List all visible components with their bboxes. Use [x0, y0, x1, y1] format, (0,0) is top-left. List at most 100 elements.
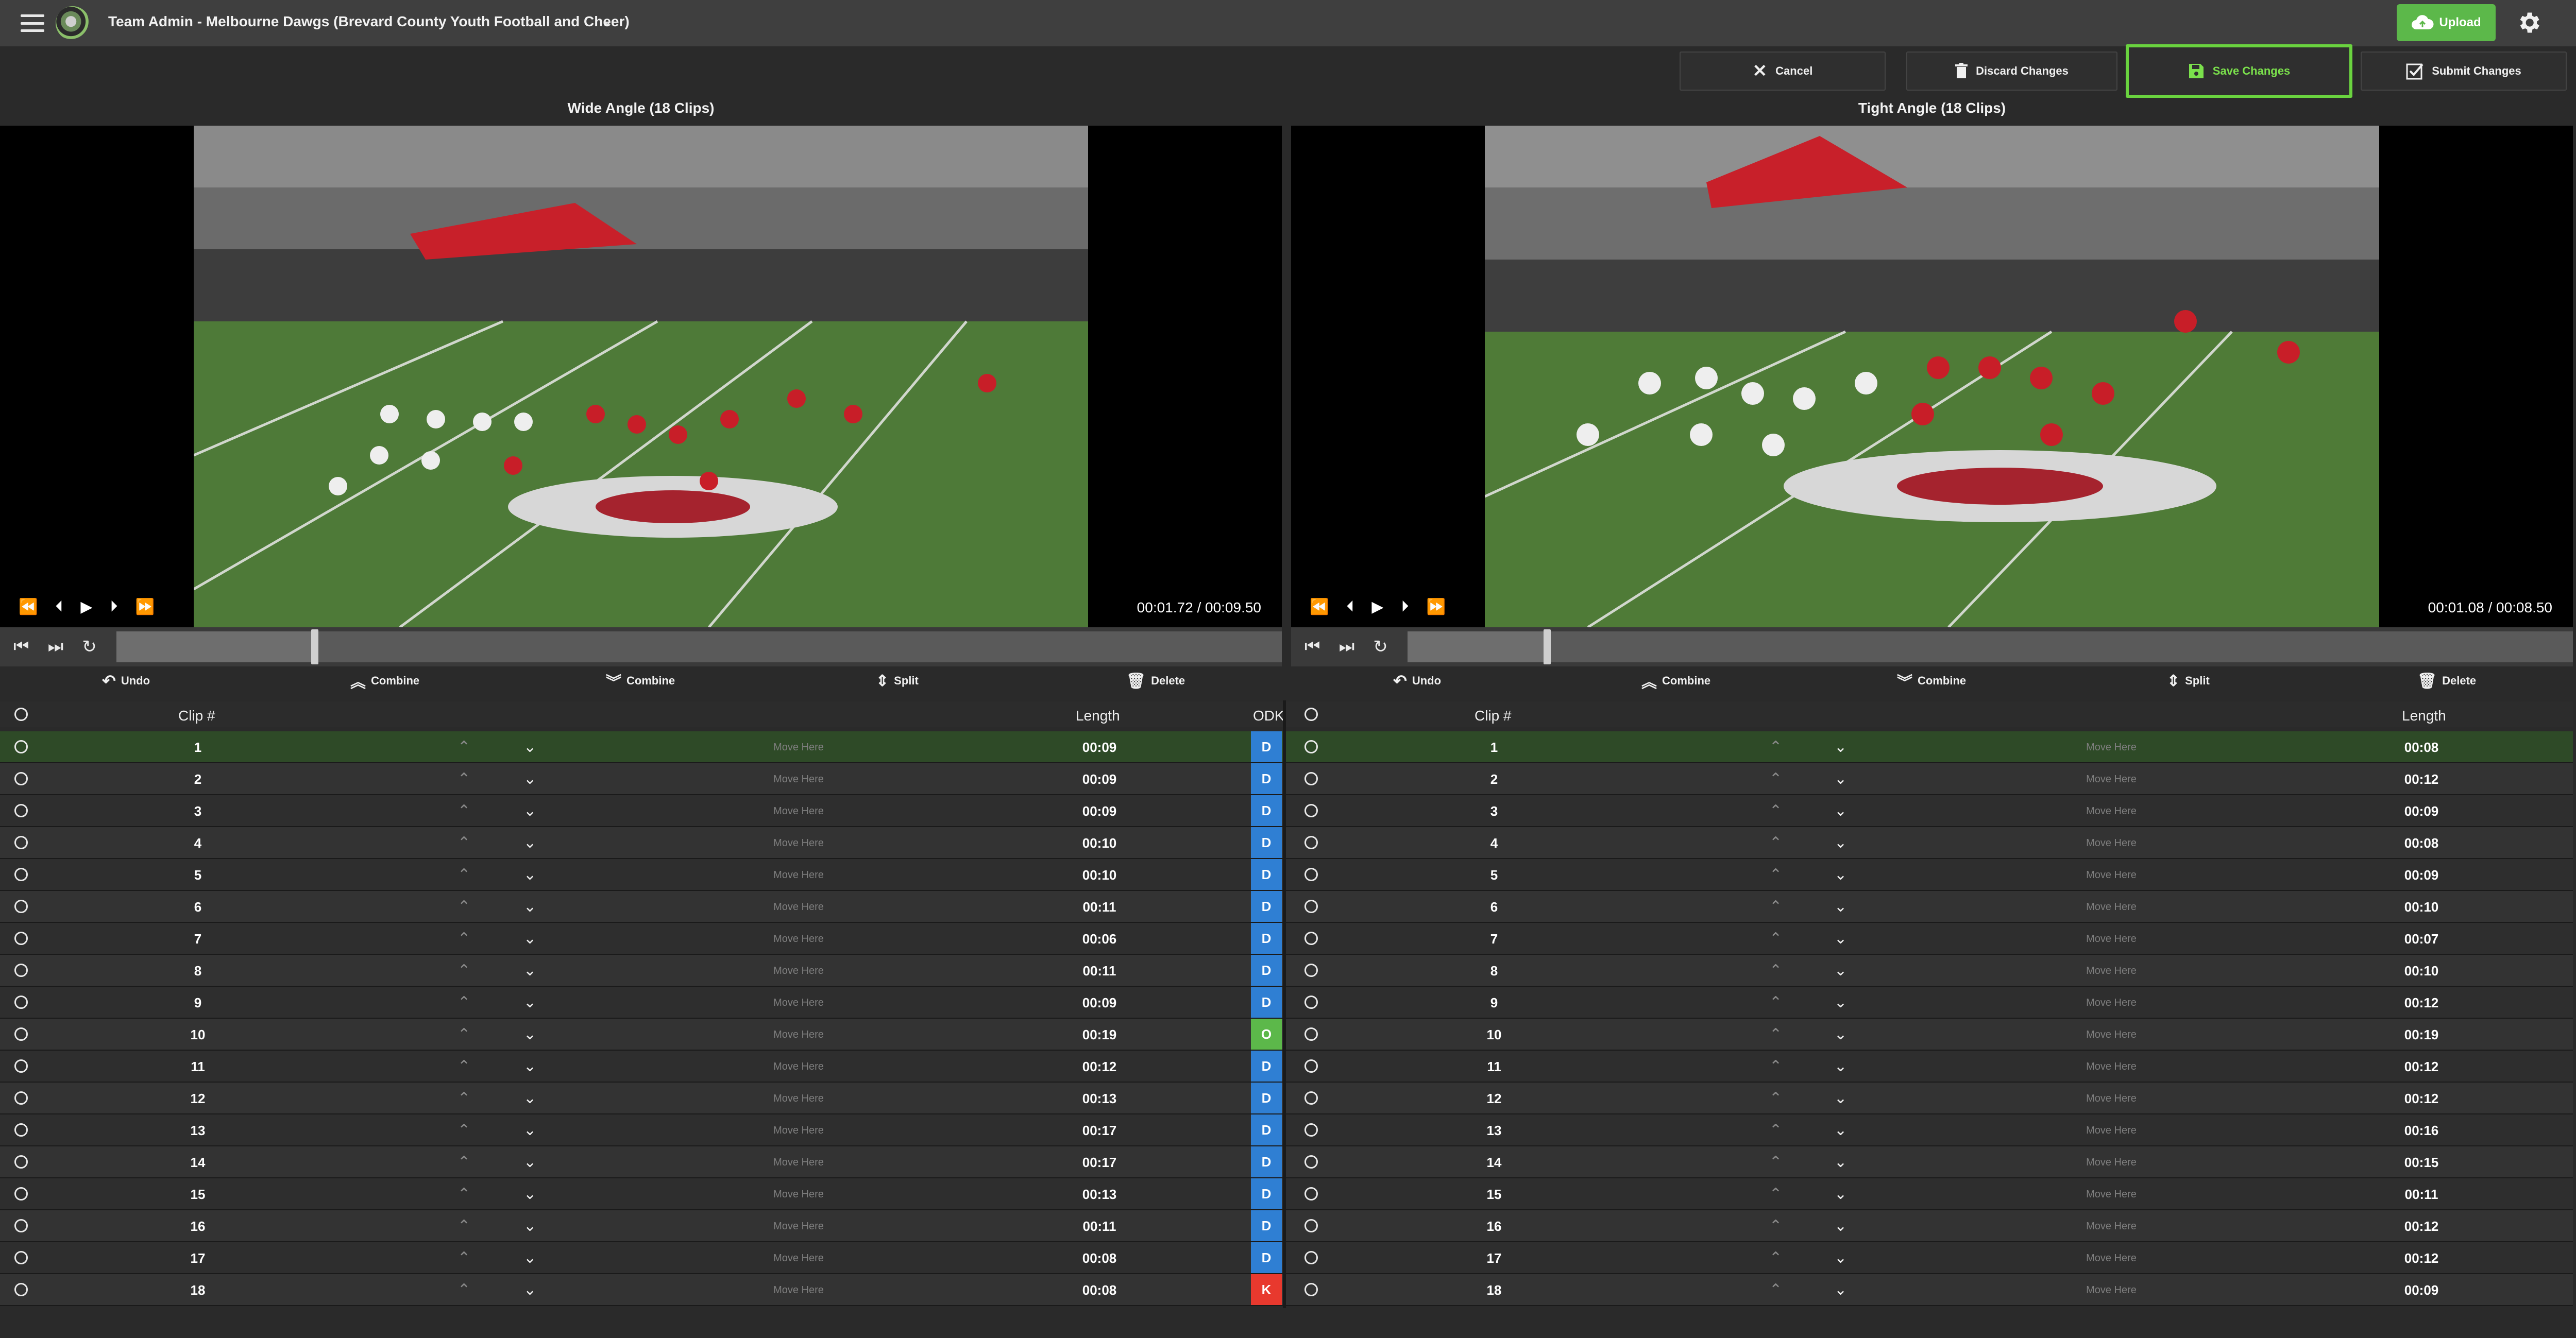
left-delete-button[interactable]: 🗑 Delete	[1126, 670, 1185, 692]
left-undo-button[interactable]: ↶ Undo	[102, 670, 150, 692]
chevron-down-icon[interactable]: ⌄	[523, 1083, 536, 1114]
move-here-link[interactable]: Move Here	[747, 1178, 850, 1210]
row-select-radio[interactable]	[14, 1123, 28, 1137]
chevron-down-icon[interactable]: ⌄	[523, 731, 536, 763]
row-select-radio[interactable]	[14, 964, 28, 977]
odk-badge[interactable]: O	[1251, 1019, 1282, 1050]
table-row[interactable]: 16 ⌃ ⌄ Move Here 00:11 D	[0, 1210, 1283, 1242]
row-select-radio[interactable]	[1304, 1123, 1318, 1137]
right-combine-up-button[interactable]: ︽ Combine	[1641, 670, 1710, 692]
select-all-radio[interactable]	[14, 708, 28, 721]
skip-end-icon[interactable]: ⏭	[48, 637, 64, 657]
team-title[interactable]: Team Admin - Melbourne Dawgs (Brevard Co…	[108, 13, 630, 30]
odk-badge[interactable]: D	[1251, 923, 1282, 954]
table-row[interactable]: 6 ⌃ ⌄ Move Here 00:10	[1286, 891, 2573, 923]
row-select-radio[interactable]	[14, 740, 28, 753]
chevron-up-icon[interactable]: ⌃	[1769, 1178, 1782, 1210]
odk-badge[interactable]: K	[1251, 1274, 1282, 1305]
odk-badge[interactable]: D	[1251, 1178, 1282, 1209]
move-here-link[interactable]: Move Here	[2060, 859, 2163, 891]
odk-badge[interactable]: D	[1251, 987, 1282, 1018]
row-select-radio[interactable]	[1304, 1251, 1318, 1264]
row-select-radio[interactable]	[1304, 836, 1318, 849]
chevron-down-icon[interactable]: ⌄	[523, 1051, 536, 1083]
table-row[interactable]: 1 ⌃ ⌄ Move Here 00:09 D	[0, 731, 1283, 763]
row-select-radio[interactable]	[1304, 772, 1318, 785]
wide-timeline-handle[interactable]	[311, 629, 318, 664]
chevron-up-icon[interactable]: ⌃	[1769, 859, 1782, 891]
row-select-radio[interactable]	[14, 836, 28, 849]
move-here-link[interactable]: Move Here	[747, 1210, 850, 1242]
chevron-up-icon[interactable]: ⌃	[457, 1114, 470, 1146]
odk-badge[interactable]: D	[1251, 1146, 1282, 1177]
chevron-up-icon[interactable]: ⌃	[457, 1051, 470, 1083]
chevron-up-icon[interactable]: ⌃	[1769, 827, 1782, 859]
table-row[interactable]: 11 ⌃ ⌄ Move Here 00:12 D	[0, 1051, 1283, 1083]
discard-changes-button[interactable]: Discard Changes	[1906, 52, 2117, 91]
step-back-icon[interactable]: ⏴	[1346, 598, 1354, 616]
row-select-radio[interactable]	[1304, 1091, 1318, 1105]
tight-timeline-handle[interactable]	[1544, 629, 1551, 664]
chevron-up-icon[interactable]: ⌃	[457, 891, 470, 923]
chevron-up-icon[interactable]: ⌃	[457, 1210, 470, 1242]
left-combine-up-button[interactable]: ︽ Combine	[350, 670, 419, 692]
row-select-radio[interactable]	[14, 1283, 28, 1296]
odk-badge[interactable]: D	[1251, 1114, 1282, 1145]
row-select-radio[interactable]	[14, 1187, 28, 1200]
chevron-down-icon[interactable]: ⌄	[523, 1019, 536, 1051]
chevron-up-icon[interactable]: ⌃	[1769, 1274, 1782, 1306]
table-row[interactable]: 2 ⌃ ⌄ Move Here 00:12	[1286, 763, 2573, 795]
chevron-up-icon[interactable]: ⌃	[1769, 923, 1782, 955]
move-here-link[interactable]: Move Here	[2060, 955, 2163, 987]
table-row[interactable]: 14 ⌃ ⌄ Move Here 00:15	[1286, 1146, 2573, 1178]
chevron-up-icon[interactable]: ⌃	[457, 1083, 470, 1114]
chevron-up-icon[interactable]: ⌃	[457, 1274, 470, 1306]
chevron-down-icon[interactable]: ⌄	[1834, 1274, 1847, 1306]
table-row[interactable]: 15 ⌃ ⌄ Move Here 00:11	[1286, 1178, 2573, 1210]
move-here-link[interactable]: Move Here	[2060, 827, 2163, 859]
chevron-up-icon[interactable]: ⌃	[1769, 987, 1782, 1019]
row-select-radio[interactable]	[14, 772, 28, 785]
table-row[interactable]: 3 ⌃ ⌄ Move Here 00:09 D	[0, 795, 1283, 827]
chevron-up-icon[interactable]: ⌃	[457, 1178, 470, 1210]
right-undo-button[interactable]: ↶ Undo	[1393, 670, 1441, 692]
chevron-up-icon[interactable]: ⌃	[1769, 1242, 1782, 1274]
move-here-link[interactable]: Move Here	[747, 795, 850, 827]
table-row[interactable]: 14 ⌃ ⌄ Move Here 00:17 D	[0, 1146, 1283, 1178]
odk-badge[interactable]: D	[1251, 1242, 1282, 1273]
move-here-link[interactable]: Move Here	[2060, 1019, 2163, 1051]
chevron-down-icon[interactable]: ⌄	[1834, 827, 1847, 859]
chevron-up-icon[interactable]: ⌃	[457, 763, 470, 795]
move-here-link[interactable]: Move Here	[2060, 1146, 2163, 1178]
move-here-link[interactable]: Move Here	[2060, 987, 2163, 1019]
chevron-down-icon[interactable]: ⌄	[523, 859, 536, 891]
row-select-radio[interactable]	[1304, 804, 1318, 817]
chevron-down-icon[interactable]: ⌄	[523, 923, 536, 955]
table-row[interactable]: 10 ⌃ ⌄ Move Here 00:19 O	[0, 1019, 1283, 1051]
skip-start-icon[interactable]: ⏮	[1304, 637, 1320, 657]
chevron-down-icon[interactable]: ⌄	[1834, 1051, 1847, 1083]
chevron-down-icon[interactable]: ⌄	[523, 987, 536, 1019]
row-select-radio[interactable]	[1304, 1027, 1318, 1041]
table-row[interactable]: 4 ⌃ ⌄ Move Here 00:10 D	[0, 827, 1283, 859]
table-row[interactable]: 12 ⌃ ⌄ Move Here 00:12	[1286, 1083, 2573, 1114]
row-select-radio[interactable]	[1304, 964, 1318, 977]
move-here-link[interactable]: Move Here	[2060, 1051, 2163, 1083]
left-combine-down-button[interactable]: ︾ Combine	[606, 670, 675, 692]
upload-button[interactable]: Upload	[2397, 4, 2496, 41]
right-split-button[interactable]: ⇕ Split	[2167, 670, 2210, 692]
row-select-radio[interactable]	[14, 996, 28, 1009]
move-here-link[interactable]: Move Here	[747, 1114, 850, 1146]
chevron-down-icon[interactable]: ⌄	[1834, 1210, 1847, 1242]
move-here-link[interactable]: Move Here	[2060, 891, 2163, 923]
chevron-up-icon[interactable]: ⌃	[1769, 955, 1782, 987]
row-select-radio[interactable]	[14, 900, 28, 913]
chevron-down-icon[interactable]: ⌄	[523, 763, 536, 795]
chevron-down-icon[interactable]: ⌄	[1834, 923, 1847, 955]
chevron-down-icon[interactable]: ⌄	[523, 827, 536, 859]
chevron-up-icon[interactable]: ⌃	[1769, 891, 1782, 923]
chevron-down-icon[interactable]: ⌄	[1834, 1114, 1847, 1146]
skip-end-icon[interactable]: ⏭	[1339, 637, 1355, 657]
gear-icon[interactable]	[2515, 9, 2542, 36]
odk-badge[interactable]: D	[1251, 859, 1282, 890]
